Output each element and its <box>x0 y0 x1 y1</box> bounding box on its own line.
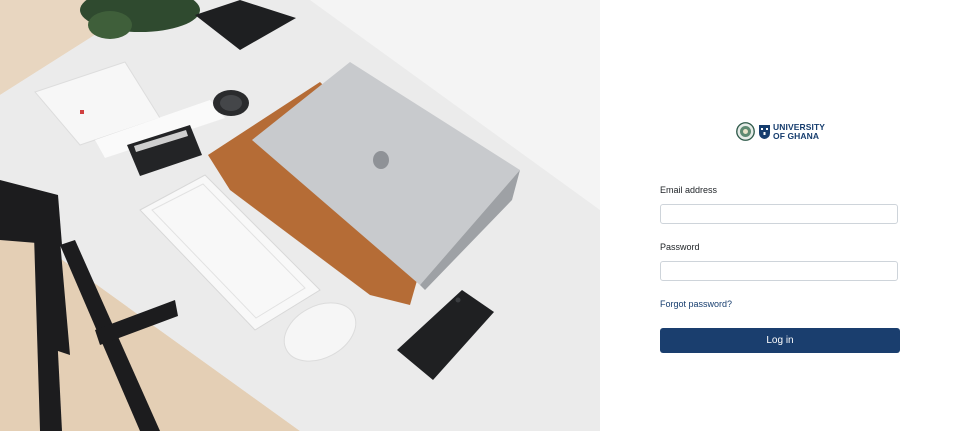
hero-image <box>0 0 600 431</box>
desk-workspace-illustration <box>0 0 600 431</box>
apple-logo-icon <box>373 151 389 169</box>
university-logo: UNIVERSITY OF GHANA <box>736 122 825 141</box>
login-button[interactable]: Log in <box>660 328 900 353</box>
email-field[interactable] <box>660 204 898 224</box>
wordmark-line-2: OF GHANA <box>773 130 820 141</box>
password-label: Password <box>660 242 700 252</box>
forgot-password-link[interactable]: Forgot password? <box>660 299 732 309</box>
email-label: Email address <box>660 185 718 195</box>
university-crest-icon <box>759 124 770 139</box>
university-seal-icon <box>736 122 755 141</box>
login-panel: UNIVERSITY OF GHANA Email address Passwo… <box>600 0 959 431</box>
university-wordmark: UNIVERSITY OF GHANA <box>773 122 825 141</box>
password-field[interactable] <box>660 261 898 281</box>
